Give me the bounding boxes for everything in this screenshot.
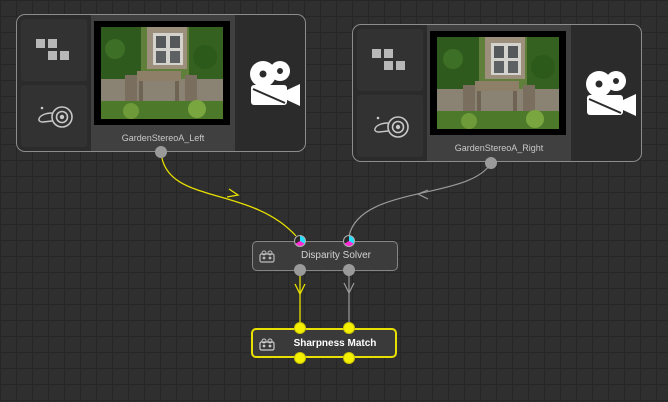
- disparity-input-port-b[interactable]: [343, 235, 355, 247]
- node-name-label: GardenStereoA_Left: [121, 133, 205, 143]
- node-title: Sharpness Match: [293, 338, 377, 349]
- disparity-solver-node[interactable]: Disparity Solver: [252, 241, 398, 271]
- thumbnail-frame: [430, 31, 566, 135]
- color-tiles-button[interactable]: [357, 29, 423, 91]
- wire-a-arrow: [294, 283, 306, 296]
- sharpness-output-port-b[interactable]: [343, 352, 355, 364]
- wire-left-arrow: [226, 188, 240, 198]
- wire-left-to-disparity[interactable]: [160, 151, 297, 237]
- read-node-right[interactable]: GardenStereoA_Right: [352, 24, 642, 162]
- wire-right-arrow: [416, 189, 429, 200]
- garden-thumbnail: [437, 37, 559, 129]
- movie-camera-icon: [250, 61, 300, 106]
- sharpness-input-port-b[interactable]: [343, 322, 355, 334]
- right-read-output-port[interactable]: [485, 157, 497, 169]
- node-side-panel: [353, 25, 425, 161]
- node-name-label: GardenStereoA_Right: [454, 143, 544, 153]
- sharpness-input-port-a[interactable]: [294, 322, 306, 334]
- disparity-input-port-a[interactable]: [294, 235, 306, 247]
- color-tiles-icon: [36, 39, 69, 60]
- target-port-icon: [38, 106, 73, 128]
- movie-camera-icon: [586, 71, 636, 116]
- node-side-panel: [17, 15, 89, 151]
- node-type-panel: [571, 25, 641, 161]
- target-port-button[interactable]: [357, 95, 423, 157]
- node-title: Disparity Solver: [300, 250, 372, 261]
- left-read-output-port[interactable]: [155, 146, 167, 158]
- disparity-output-port-b[interactable]: [343, 264, 355, 276]
- camera-icon: [259, 250, 275, 263]
- thumbnail-column: GardenStereoA_Right: [427, 25, 571, 161]
- target-port-icon: [374, 116, 409, 138]
- wire-b-arrow: [343, 282, 355, 295]
- disparity-output-port-a[interactable]: [294, 264, 306, 276]
- thumbnail-frame: [94, 21, 230, 125]
- node-type-panel: [235, 15, 305, 151]
- garden-thumbnail: [101, 27, 223, 119]
- color-tiles-button[interactable]: [21, 19, 87, 81]
- read-node-left[interactable]: GardenStereoA_Left: [16, 14, 306, 152]
- thumbnail-column: GardenStereoA_Left: [91, 15, 235, 151]
- camera-icon: [259, 338, 275, 351]
- sharpness-output-port-a[interactable]: [294, 352, 306, 364]
- wire-right-to-disparity[interactable]: [348, 162, 492, 237]
- color-tiles-icon: [372, 49, 405, 70]
- sharpness-match-node[interactable]: Sharpness Match: [251, 328, 397, 358]
- target-port-button[interactable]: [21, 85, 87, 147]
